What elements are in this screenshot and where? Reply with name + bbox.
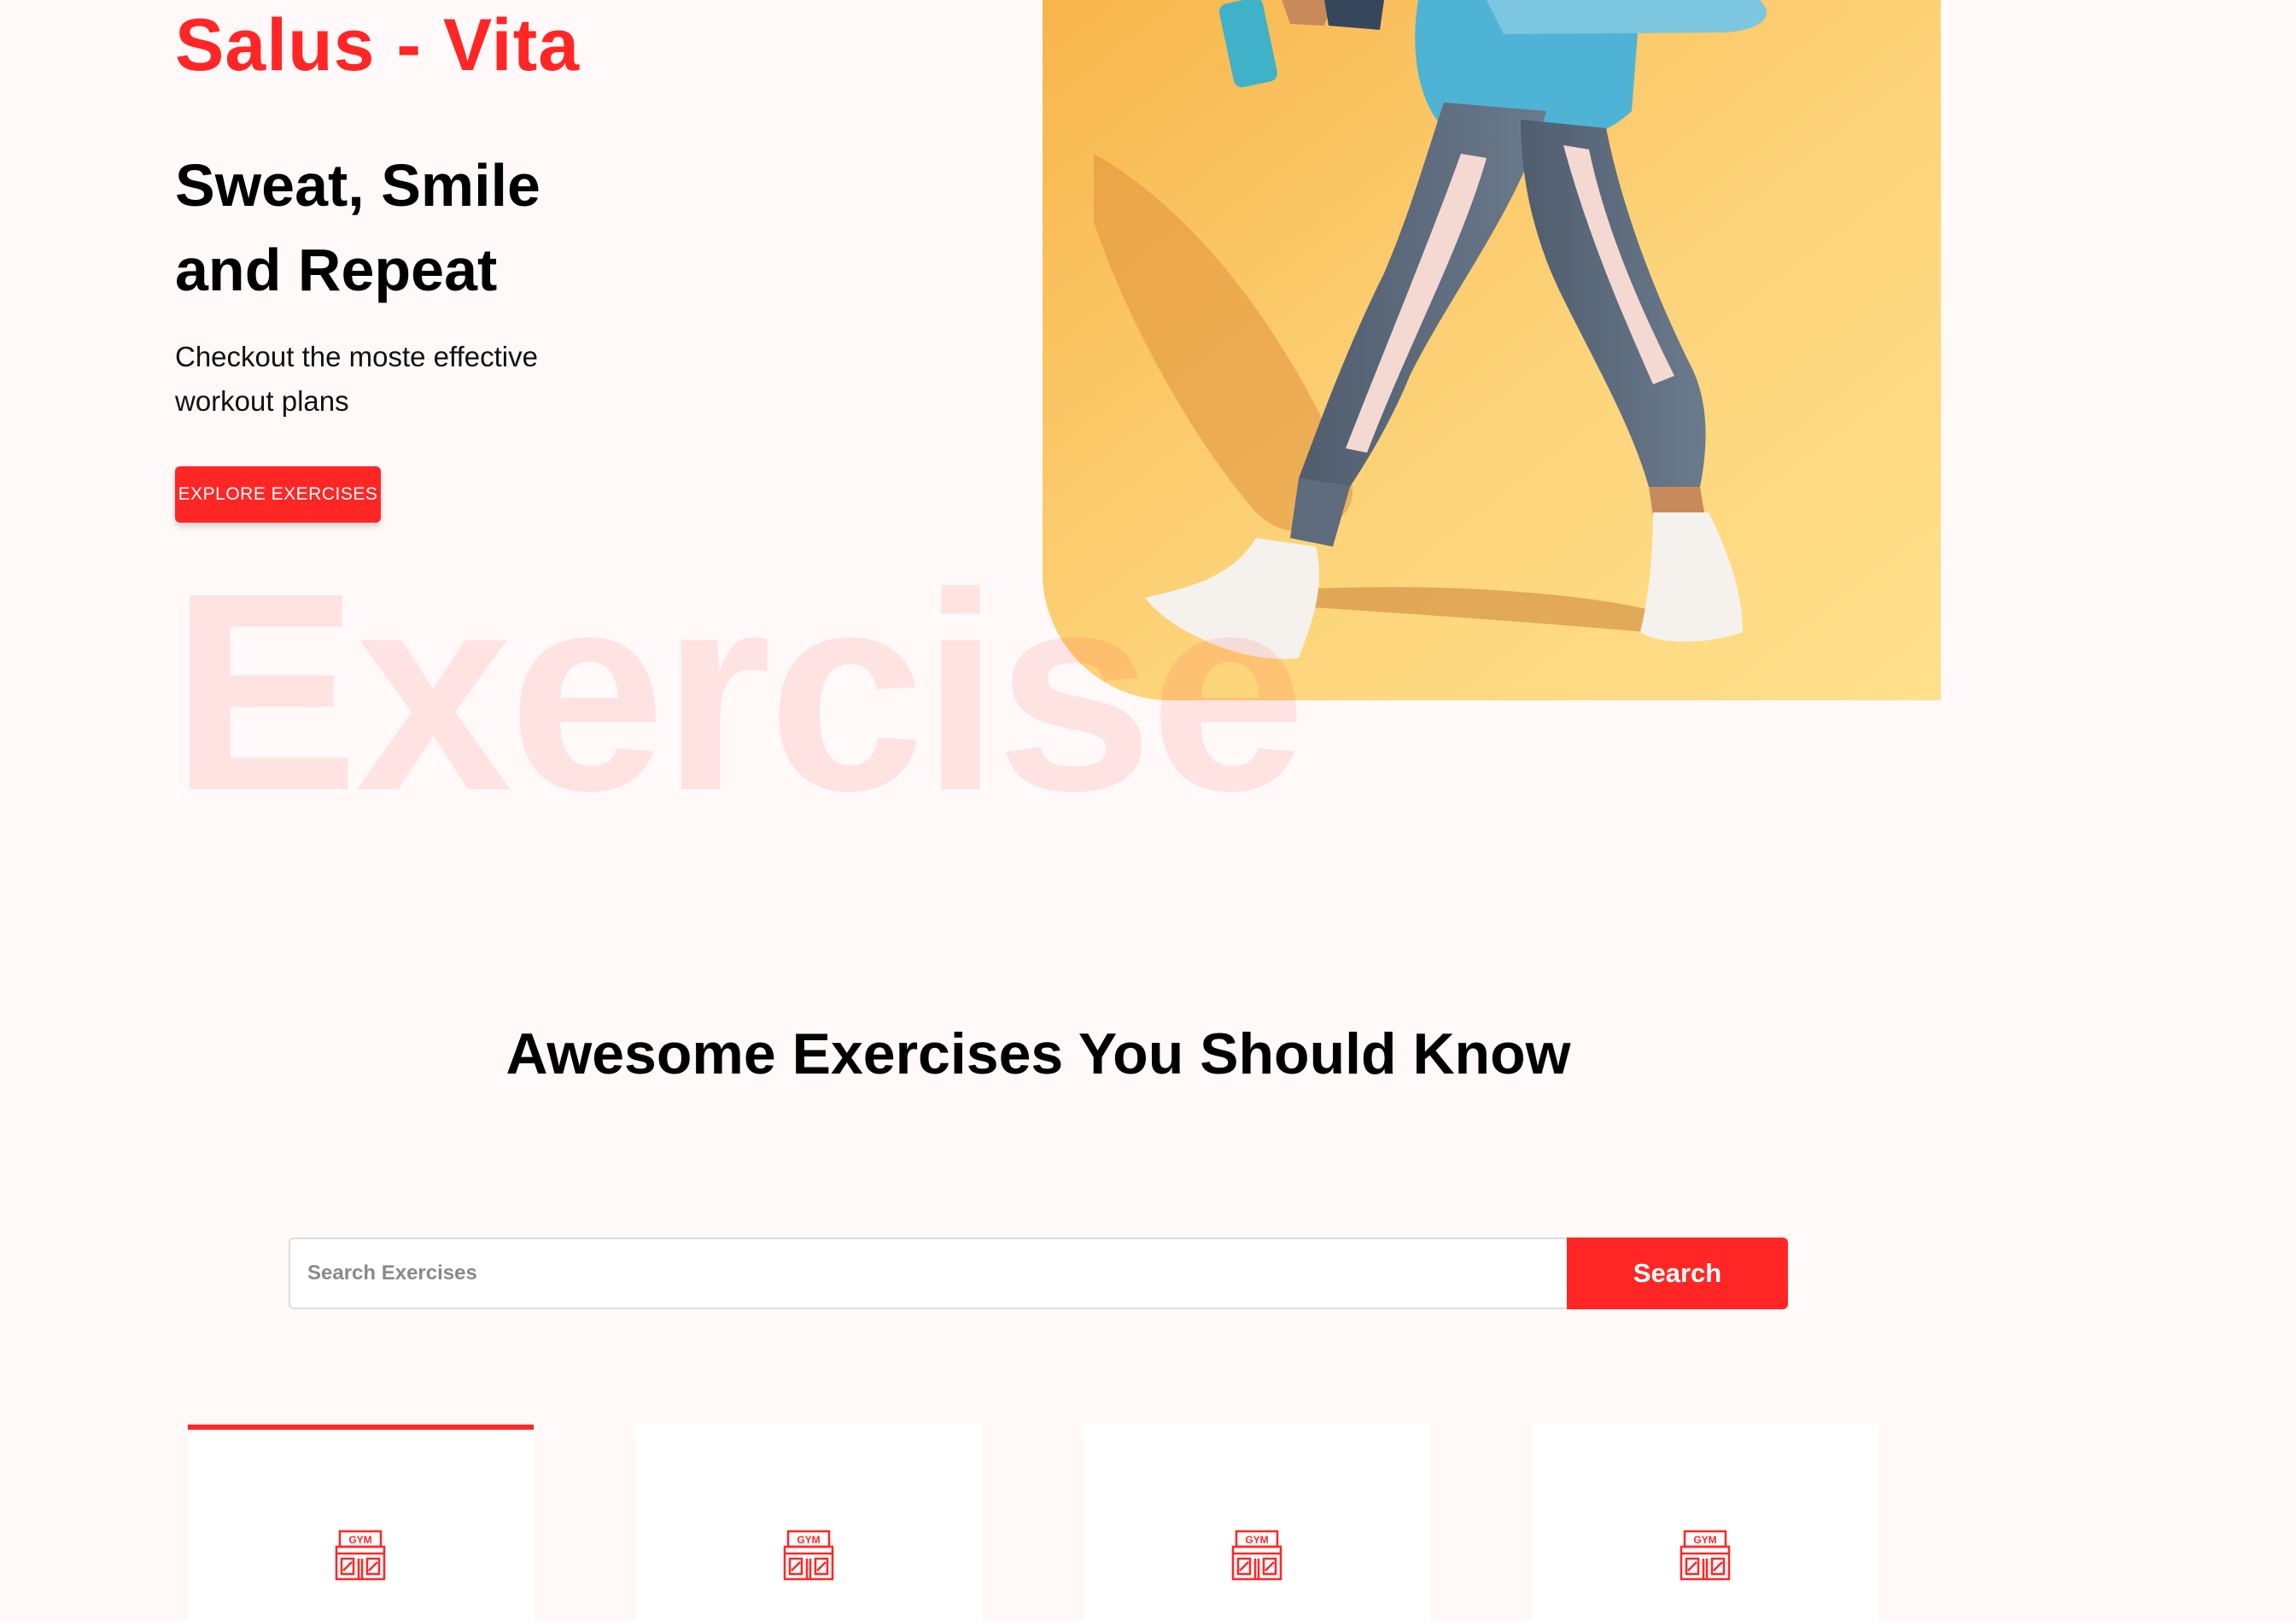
- svg-text:GYM: GYM: [1693, 1534, 1716, 1546]
- body-part-card[interactable]: GYM: [636, 1425, 982, 1621]
- exercise-watermark: Exercise: [171, 534, 1306, 849]
- svg-text:GYM: GYM: [797, 1534, 820, 1546]
- search-button[interactable]: Search: [1567, 1238, 1788, 1309]
- body-part-card[interactable]: GYM: [1533, 1425, 1878, 1621]
- hero-title: Sweat, Smile and Repeat: [175, 152, 540, 303]
- body-part-card[interactable]: GYM: [188, 1425, 534, 1621]
- explore-exercises-button[interactable]: EXPLORE EXERCISES: [175, 466, 381, 523]
- gym-icon: GYM: [1231, 1530, 1282, 1581]
- brand-logo[interactable]: Salus - Vita: [175, 5, 580, 86]
- svg-text:GYM: GYM: [348, 1534, 371, 1546]
- gym-icon: GYM: [783, 1530, 834, 1581]
- svg-text:GYM: GYM: [1245, 1534, 1268, 1546]
- search-input[interactable]: [289, 1238, 1567, 1309]
- body-part-cards: GYM GYM GYM GYM: [0, 1425, 2296, 1621]
- exercises-section-title: Awesome Exercises You Should Know: [505, 1021, 1571, 1086]
- gym-icon: GYM: [335, 1530, 386, 1581]
- exercise-search-bar: Search: [289, 1238, 1788, 1309]
- body-part-card[interactable]: GYM: [1084, 1425, 1430, 1621]
- gym-icon: GYM: [1680, 1530, 1731, 1581]
- hero-subtitle: Checkout the moste effective workout pla…: [175, 341, 538, 417]
